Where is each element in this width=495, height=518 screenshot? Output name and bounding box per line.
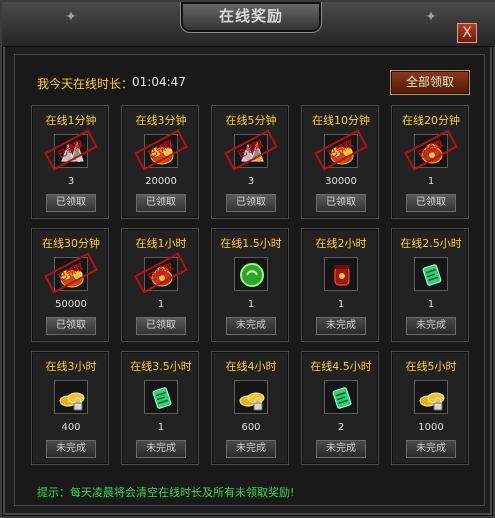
green-scroll-icon [415, 258, 449, 296]
reward-card[interactable]: 在线5小时 1000 未完成 [391, 351, 469, 465]
reward-quantity: 2 [337, 422, 345, 433]
reward-status-button[interactable]: 未完成 [406, 317, 456, 335]
reward-quantity: 3 [67, 176, 75, 187]
online-rewards-window: ✦ 在线奖励 ✦ X 我今天在线时长： 01:04:47 全部领取 在线1分钟已… [0, 0, 495, 518]
gold-ingot-lock-icon [55, 381, 89, 419]
reward-quantity: 50000 [55, 299, 87, 310]
reward-title: 在线1.5小时 [220, 237, 282, 250]
reward-item-slot[interactable] [324, 380, 358, 414]
reward-status-button[interactable]: 已领取 [136, 194, 186, 212]
reward-status-button[interactable]: 未完成 [316, 317, 366, 335]
reward-quantity: 30000 [325, 176, 357, 187]
reward-quantity: 1 [337, 299, 345, 310]
reward-quantity: 1000 [418, 422, 444, 433]
reward-item-slot[interactable] [54, 380, 88, 414]
reward-title: 在线3小时 [45, 360, 97, 373]
reward-title: 在线1分钟 [45, 114, 97, 127]
reward-quantity: 20000 [145, 176, 177, 187]
online-duration-value: 01:04:47 [132, 75, 186, 89]
reward-card[interactable]: 在线4小时 600 未完成 [211, 351, 289, 465]
reward-quantity: 1 [427, 176, 435, 187]
close-button[interactable]: X [457, 23, 477, 43]
reward-card[interactable]: 在线3小时 400 未完成 [31, 351, 109, 465]
reward-item-slot[interactable] [144, 380, 178, 414]
reward-title: 在线5小时 [405, 360, 457, 373]
reward-card[interactable]: 在线20分钟 已领取 1 已领取 [391, 105, 469, 219]
reward-status-button[interactable]: 未完成 [46, 440, 96, 458]
reward-card[interactable]: 在线2.5小时 1 未完成 [391, 228, 469, 342]
reward-status-button[interactable]: 未完成 [316, 440, 366, 458]
reward-title: 在线1小时 [135, 237, 187, 250]
window-title: 在线奖励 [218, 7, 283, 25]
reward-status-button[interactable]: 已领取 [46, 194, 96, 212]
reward-item-slot[interactable] [234, 257, 268, 291]
green-scroll-icon [325, 381, 359, 419]
reward-title: 在线30分钟 [42, 237, 100, 250]
claim-all-button[interactable]: 全部领取 [390, 70, 470, 95]
reward-title: 在线5分钟 [225, 114, 277, 127]
reward-title: 在线2小时 [315, 237, 367, 250]
reward-quantity: 1 [157, 422, 165, 433]
reward-title: 在线10分钟 [312, 114, 370, 127]
reward-status-button[interactable]: 已领取 [226, 194, 276, 212]
gold-ingot-lock-icon [415, 381, 449, 419]
gold-ingot-lock-icon [235, 381, 269, 419]
reward-title: 在线20分钟 [402, 114, 460, 127]
reward-card[interactable]: 在线10分钟 已领取 30000 已领取 [301, 105, 379, 219]
reward-card[interactable]: 在线3分钟 已领取 20000 已领取 [121, 105, 199, 219]
red-jar-icon [325, 258, 359, 296]
reward-quantity: 400 [61, 422, 81, 433]
reward-card[interactable]: 在线4.5小时 2 未完成 [301, 351, 379, 465]
ornament-left-icon: ✦ [65, 9, 77, 25]
green-orb-icon [235, 258, 269, 296]
reward-status-button[interactable]: 未完成 [406, 440, 456, 458]
reward-title: 在线2.5小时 [400, 237, 462, 250]
reward-quantity: 1 [427, 299, 435, 310]
reward-card[interactable]: 在线1.5小时 1 未完成 [211, 228, 289, 342]
green-scroll-icon [145, 381, 179, 419]
reward-title: 在线3分钟 [135, 114, 187, 127]
reward-quantity: 1 [247, 299, 255, 310]
reward-card[interactable]: 在线30分钟 已领取 50000 已领取 [31, 228, 109, 342]
reward-status-button[interactable]: 未完成 [226, 317, 276, 335]
reward-title: 在线3.5小时 [130, 360, 192, 373]
reward-card[interactable]: 在线3.5小时 1 未完成 [121, 351, 199, 465]
reward-card[interactable]: 在线1小时 已领取 1 已领取 [121, 228, 199, 342]
reward-quantity: 1 [157, 299, 165, 310]
title-bar: ✦ 在线奖励 ✦ X [2, 2, 495, 47]
reward-status-button[interactable]: 已领取 [406, 194, 456, 212]
online-duration-label: 我今天在线时长： [37, 77, 134, 91]
reward-item-slot[interactable] [414, 380, 448, 414]
reward-item-slot[interactable] [324, 257, 358, 291]
reward-item-slot[interactable] [234, 380, 268, 414]
reward-title: 在线4.5小时 [310, 360, 372, 373]
reward-status-button[interactable]: 已领取 [316, 194, 366, 212]
reward-status-button[interactable]: 未完成 [136, 440, 186, 458]
reward-card[interactable]: 在线2小时 1 未完成 [301, 228, 379, 342]
title-plate: 在线奖励 [180, 2, 322, 33]
reward-title: 在线4小时 [225, 360, 277, 373]
reward-card[interactable]: 在线5分钟 已领取 3 已领取 [211, 105, 289, 219]
reward-card[interactable]: 在线1分钟 已领取 3 已领取 [31, 105, 109, 219]
reward-quantity: 600 [241, 422, 261, 433]
reward-quantity: 3 [247, 176, 255, 187]
reward-status-button[interactable]: 未完成 [226, 440, 276, 458]
tip-text: 提示：每天凌晨将会清空在线时长及所有未领取奖励! [37, 486, 295, 499]
reward-item-slot[interactable] [414, 257, 448, 291]
reward-status-button[interactable]: 已领取 [46, 317, 96, 335]
ornament-right-icon: ✦ [425, 9, 437, 25]
reward-status-button[interactable]: 已领取 [136, 317, 186, 335]
